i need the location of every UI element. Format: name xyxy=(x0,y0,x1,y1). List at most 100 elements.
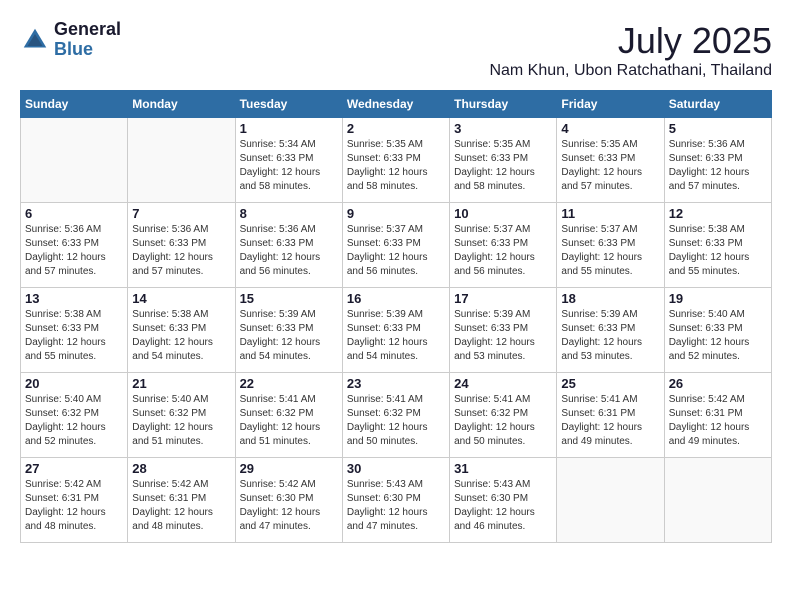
day-number: 5 xyxy=(669,121,767,136)
logo-text: General Blue xyxy=(54,20,121,60)
calendar-cell: 3Sunrise: 5:35 AMSunset: 6:33 PMDaylight… xyxy=(450,118,557,203)
day-info: Sunrise: 5:38 AMSunset: 6:33 PMDaylight:… xyxy=(132,308,230,364)
calendar-week-row-1: 1Sunrise: 5:34 AMSunset: 6:33 PMDaylight… xyxy=(21,118,772,203)
calendar-cell: 19Sunrise: 5:40 AMSunset: 6:33 PMDayligh… xyxy=(664,288,771,373)
calendar-cell: 21Sunrise: 5:40 AMSunset: 6:32 PMDayligh… xyxy=(128,373,235,458)
calendar-cell: 13Sunrise: 5:38 AMSunset: 6:33 PMDayligh… xyxy=(21,288,128,373)
calendar-cell: 31 Sunrise: 5:43 AMSunset: 6:30 PMDayligh… xyxy=(450,458,557,543)
day-info: Sunrise: 5:42 AMSunset: 6:31 PMDaylight:… xyxy=(132,478,230,534)
calendar-week-row-4: 20 Sunrise: 5:40 AMSunset: 6:32 PMDayligh… xyxy=(21,373,772,458)
logo-blue: Blue xyxy=(54,40,121,60)
month-title: July 2025 xyxy=(489,20,772,62)
day-info: Sunrise: 5:35 AMSunset: 6:33 PMDaylight:… xyxy=(454,138,552,194)
page-header: General Blue July 2025 Nam Khun, Ubon Ra… xyxy=(20,20,772,80)
calendar-weekday-tuesday: Tuesday xyxy=(235,91,342,118)
calendar-cell: 10 Sunrise: 5:37 AMSunset: 6:33 PMDayligh… xyxy=(450,203,557,288)
day-info: Sunrise: 5:37 AMSunset: 6:33 PMDaylight:… xyxy=(561,223,659,279)
calendar-cell: 24 Sunrise: 5:41 AMSunset: 6:32 PMDayligh… xyxy=(450,373,557,458)
calendar-cell: 29Sunrise: 5:42 AMSunset: 6:30 PMDayligh… xyxy=(235,458,342,543)
day-number: 31 xyxy=(454,461,552,476)
location-title: Nam Khun, Ubon Ratchathani, Thailand xyxy=(489,62,772,80)
day-info: Sunrise: 5:41 AMSunset: 6:32 PMDaylight:… xyxy=(454,393,552,449)
day-number: 25 xyxy=(561,376,659,391)
day-info: Sunrise: 5:37 AMSunset: 6:33 PMDaylight:… xyxy=(347,223,445,279)
calendar-cell: 9 Sunrise: 5:37 AMSunset: 6:33 PMDaylight… xyxy=(342,203,449,288)
calendar-weekday-thursday: Thursday xyxy=(450,91,557,118)
day-number: 9 xyxy=(347,206,445,221)
calendar-cell: 17Sunrise: 5:39 AMSunset: 6:33 PMDayligh… xyxy=(450,288,557,373)
day-number: 10 xyxy=(454,206,552,221)
day-info: Sunrise: 5:39 AMSunset: 6:33 PMDaylight:… xyxy=(454,308,552,364)
calendar-cell: 28 Sunrise: 5:42 AMSunset: 6:31 PMDayligh… xyxy=(128,458,235,543)
day-info: Sunrise: 5:39 AMSunset: 6:33 PMDaylight:… xyxy=(240,308,338,364)
day-info: Sunrise: 5:36 AMSunset: 6:33 PMDaylight:… xyxy=(669,138,767,194)
day-info: Sunrise: 5:42 AMSunset: 6:31 PMDaylight:… xyxy=(25,478,123,534)
day-number: 15 xyxy=(240,291,338,306)
logo-icon xyxy=(20,25,50,55)
day-info: Sunrise: 5:36 AMSunset: 6:33 PMDaylight:… xyxy=(25,223,123,279)
day-info: Sunrise: 5:39 AMSunset: 6:33 PMDaylight:… xyxy=(561,308,659,364)
day-info: Sunrise: 5:41 AMSunset: 6:31 PMDaylight:… xyxy=(561,393,659,449)
calendar-cell: 5 Sunrise: 5:36 AMSunset: 6:33 PMDaylight… xyxy=(664,118,771,203)
calendar-cell: 27 Sunrise: 5:42 AMSunset: 6:31 PMDayligh… xyxy=(21,458,128,543)
logo: General Blue xyxy=(20,20,121,60)
calendar-cell: 2 Sunrise: 5:35 AMSunset: 6:33 PMDaylight… xyxy=(342,118,449,203)
day-info: Sunrise: 5:40 AMSunset: 6:33 PMDaylight:… xyxy=(669,308,767,364)
day-number: 21 xyxy=(132,376,230,391)
calendar-weekday-sunday: Sunday xyxy=(21,91,128,118)
day-info: Sunrise: 5:38 AMSunset: 6:33 PMDaylight:… xyxy=(669,223,767,279)
day-number: 18 xyxy=(561,291,659,306)
calendar-cell: 16Sunrise: 5:39 AMSunset: 6:33 PMDayligh… xyxy=(342,288,449,373)
calendar-cell: 26Sunrise: 5:42 AMSunset: 6:31 PMDayligh… xyxy=(664,373,771,458)
calendar-cell xyxy=(21,118,128,203)
calendar-cell: 1Sunrise: 5:34 AMSunset: 6:33 PMDaylight… xyxy=(235,118,342,203)
calendar-weekday-saturday: Saturday xyxy=(664,91,771,118)
calendar-cell: 12 Sunrise: 5:38 AMSunset: 6:33 PMDayligh… xyxy=(664,203,771,288)
day-info: Sunrise: 5:41 AMSunset: 6:32 PMDaylight:… xyxy=(347,393,445,449)
day-number: 4 xyxy=(561,121,659,136)
day-number: 2 xyxy=(347,121,445,136)
day-info: Sunrise: 5:42 AMSunset: 6:31 PMDaylight:… xyxy=(669,393,767,449)
calendar-cell: 6 Sunrise: 5:36 AMSunset: 6:33 PMDaylight… xyxy=(21,203,128,288)
calendar-week-row-5: 27 Sunrise: 5:42 AMSunset: 6:31 PMDayligh… xyxy=(21,458,772,543)
day-info: Sunrise: 5:37 AMSunset: 6:33 PMDaylight:… xyxy=(454,223,552,279)
calendar-weekday-wednesday: Wednesday xyxy=(342,91,449,118)
day-number: 16 xyxy=(347,291,445,306)
calendar-cell: 25 Sunrise: 5:41 AMSunset: 6:31 PMDayligh… xyxy=(557,373,664,458)
day-number: 22 xyxy=(240,376,338,391)
calendar-cell: 20 Sunrise: 5:40 AMSunset: 6:32 PMDayligh… xyxy=(21,373,128,458)
calendar-cell: 14 Sunrise: 5:38 AMSunset: 6:33 PMDayligh… xyxy=(128,288,235,373)
day-number: 29 xyxy=(240,461,338,476)
day-number: 12 xyxy=(669,206,767,221)
title-section: July 2025 Nam Khun, Ubon Ratchathani, Th… xyxy=(489,20,772,80)
day-info: Sunrise: 5:43 AMSunset: 6:30 PMDaylight:… xyxy=(454,478,552,534)
day-info: Sunrise: 5:34 AMSunset: 6:33 PMDaylight:… xyxy=(240,138,338,194)
calendar-cell: 22 Sunrise: 5:41 AMSunset: 6:32 PMDayligh… xyxy=(235,373,342,458)
day-number: 30 xyxy=(347,461,445,476)
day-info: Sunrise: 5:36 AMSunset: 6:33 PMDaylight:… xyxy=(132,223,230,279)
calendar-cell: 15 Sunrise: 5:39 AMSunset: 6:33 PMDayligh… xyxy=(235,288,342,373)
day-number: 20 xyxy=(25,376,123,391)
day-number: 8 xyxy=(240,206,338,221)
day-number: 7 xyxy=(132,206,230,221)
calendar-cell xyxy=(664,458,771,543)
day-number: 27 xyxy=(25,461,123,476)
calendar-cell: 4 Sunrise: 5:35 AMSunset: 6:33 PMDaylight… xyxy=(557,118,664,203)
day-info: Sunrise: 5:41 AMSunset: 6:32 PMDaylight:… xyxy=(240,393,338,449)
calendar-cell: 30Sunrise: 5:43 AMSunset: 6:30 PMDayligh… xyxy=(342,458,449,543)
day-info: Sunrise: 5:35 AMSunset: 6:33 PMDaylight:… xyxy=(347,138,445,194)
day-number: 28 xyxy=(132,461,230,476)
day-number: 14 xyxy=(132,291,230,306)
calendar-week-row-2: 6 Sunrise: 5:36 AMSunset: 6:33 PMDaylight… xyxy=(21,203,772,288)
calendar-weekday-monday: Monday xyxy=(128,91,235,118)
calendar-weekday-friday: Friday xyxy=(557,91,664,118)
day-info: Sunrise: 5:35 AMSunset: 6:33 PMDaylight:… xyxy=(561,138,659,194)
day-info: Sunrise: 5:40 AMSunset: 6:32 PMDaylight:… xyxy=(25,393,123,449)
calendar-header-row: SundayMondayTuesdayWednesdayThursdayFrid… xyxy=(21,91,772,118)
day-number: 6 xyxy=(25,206,123,221)
day-number: 23 xyxy=(347,376,445,391)
day-info: Sunrise: 5:38 AMSunset: 6:33 PMDaylight:… xyxy=(25,308,123,364)
day-number: 24 xyxy=(454,376,552,391)
calendar-cell xyxy=(557,458,664,543)
calendar-cell: 8Sunrise: 5:36 AMSunset: 6:33 PMDaylight… xyxy=(235,203,342,288)
